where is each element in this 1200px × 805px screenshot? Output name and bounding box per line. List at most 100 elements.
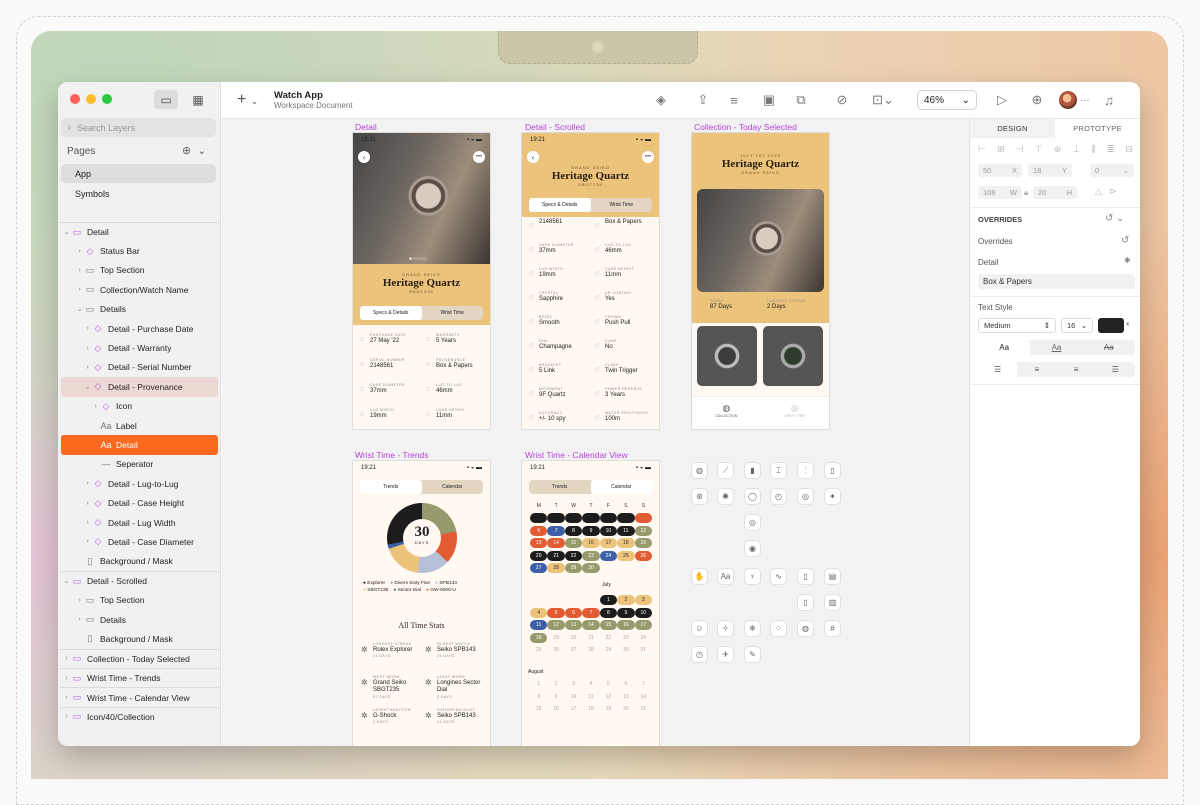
disclosure-icon[interactable]: › — [62, 675, 71, 682]
layer-row[interactable]: Aa Detail — [61, 435, 218, 455]
calendar-day[interactable]: 1 — [530, 679, 547, 689]
snowflake-icon[interactable]: ❄ — [745, 621, 760, 636]
calendar-day[interactable]: 13 — [530, 538, 548, 548]
height-field[interactable]: 20 H — [1033, 186, 1077, 199]
bracelet-icon[interactable]: ⫶ — [798, 463, 813, 478]
hand-icon[interactable]: ✋ — [692, 569, 707, 584]
text-align-left-icon[interactable]: ☰ — [978, 362, 1018, 377]
tab-prototype[interactable]: PROTOTYPE — [1055, 119, 1140, 138]
calendar-day[interactable]: 7 — [635, 679, 652, 689]
calendar-day[interactable]: 25 — [530, 645, 547, 655]
text-color-swatch[interactable] — [1098, 318, 1124, 333]
clock-icon[interactable]: ◷ — [692, 647, 707, 662]
page-item-symbols[interactable]: Symbols — [61, 184, 216, 203]
avatar[interactable] — [1059, 91, 1077, 109]
calendar-day[interactable]: 21 — [635, 704, 652, 714]
layer-row[interactable]: › ▭ Details — [61, 610, 218, 629]
stars-icon[interactable]: ⁘ — [771, 621, 786, 636]
calendar-day[interactable]: 9 — [547, 692, 564, 702]
tab-calendar[interactable]: Calendar — [422, 480, 484, 494]
layer-row[interactable]: › ▭ Top Section — [61, 590, 218, 609]
calendar-day[interactable]: 2 — [547, 679, 564, 689]
font-weight-select[interactable]: Medium ⇕ — [978, 318, 1056, 333]
create-symbol-icon[interactable]: ◈ — [652, 91, 670, 109]
text-align-right-icon[interactable]: ≡ — [1057, 362, 1096, 377]
reset-icon[interactable]: ↺ ⌄ — [1105, 213, 1125, 224]
layer-row[interactable]: › ▭ Wrist Time - Calendar View — [58, 687, 220, 706]
calendar-day[interactable]: 11 — [617, 525, 635, 536]
calendar-day[interactable] — [582, 595, 599, 605]
back-icon[interactable]: ‹ — [358, 151, 370, 163]
reset-icon[interactable]: ↺ — [1121, 235, 1129, 246]
calendar-day[interactable]: 4 — [582, 679, 599, 689]
calendar-day[interactable]: 22 — [600, 633, 617, 643]
tab-calendar[interactable]: Calendar — [590, 480, 652, 494]
tab-control[interactable]: Trends Calendar — [360, 480, 483, 494]
layer-row[interactable]: ⌄ ▭ Detail - Scrolled — [58, 571, 220, 590]
design-canvas[interactable]: Detail 19:21 ▪ ◒ ▬ ‹ ••• ●○○○○○ GRAND SEI… — [222, 119, 969, 746]
insert-button[interactable]: + ⌄ — [237, 91, 258, 109]
tab-wrist-time[interactable]: Wrist Time — [422, 306, 484, 320]
page-item-app[interactable]: App — [61, 164, 216, 183]
disclosure-icon[interactable]: › — [83, 480, 92, 487]
calendar-day[interactable]: 6 — [564, 607, 583, 618]
calendar-day[interactable]: 10 — [634, 607, 652, 618]
bezel-icon[interactable]: ◯ — [745, 489, 760, 504]
tab-wrist-time[interactable]: ◎ WRIST TIME — [761, 397, 830, 429]
paper-icon[interactable]: ▥ — [825, 595, 840, 610]
bell-icon[interactable]: ♫ — [1100, 91, 1118, 109]
calendar-day[interactable]: 11 — [530, 620, 548, 630]
calendar-day[interactable]: 23 — [617, 633, 634, 643]
artboard-trends[interactable]: 19:21 ▪ ◒ ▬ Trends Calendar 30 DAYS ● Expl… — [353, 461, 490, 746]
calendar-day[interactable]: 15 — [599, 620, 618, 630]
calendar-day[interactable] — [565, 595, 582, 605]
layer-row[interactable]: ⌄ ▭ Detail — [58, 222, 220, 241]
layer-row[interactable]: › ▭ Wrist Time - Trends — [58, 667, 220, 687]
disclosure-icon[interactable]: › — [75, 286, 84, 293]
bar-icon[interactable]: ▮ — [745, 463, 760, 478]
text-align-justify-icon[interactable]: ☰ — [1096, 362, 1135, 377]
text-align-center-icon[interactable]: ≡ — [1017, 362, 1056, 377]
calendar-day[interactable]: 28 — [547, 563, 565, 573]
flip-icon[interactable]: △ ⊳ — [1095, 186, 1117, 197]
minimize-window-button[interactable] — [86, 94, 96, 104]
scale-icon[interactable]: ▣ — [760, 91, 778, 109]
gear-icon[interactable]: ✱ — [1124, 256, 1131, 265]
battery-icon[interactable]: ▯ — [825, 463, 840, 478]
align-right-icon[interactable]: ⊣ — [1016, 144, 1024, 155]
calendar-day[interactable]: 20 — [565, 633, 582, 643]
calendar-day[interactable]: 12 — [600, 692, 617, 702]
calendar-day[interactable] — [617, 513, 635, 523]
calendar-day[interactable]: 16 — [617, 620, 635, 630]
disclosure-icon[interactable]: ⌄ — [62, 577, 71, 585]
calendar-day[interactable]: 29 — [600, 645, 617, 655]
calendar-day[interactable] — [634, 513, 652, 523]
color-picker-icon[interactable]: ◐ — [1126, 319, 1131, 328]
calendar-day[interactable]: 25 — [617, 550, 635, 561]
disclosure-icon[interactable]: ⌄ — [75, 305, 84, 313]
artboard-label-collection[interactable]: Collection - Today Selected — [694, 122, 797, 132]
layer-row[interactable]: › ◇ Detail - Lug Width — [61, 513, 218, 532]
zoom-window-button[interactable] — [102, 94, 112, 104]
layer-row[interactable]: › ◇ Detail - Purchase Date — [61, 319, 218, 338]
layer-row[interactable]: › ◇ Detail - Warranty — [61, 338, 218, 357]
disclosure-icon[interactable]: › — [62, 694, 71, 701]
watch-thumbnail[interactable] — [763, 326, 823, 386]
calendar-day[interactable]: 5 — [547, 607, 565, 618]
align-top-icon[interactable]: ⊤ — [1035, 144, 1043, 155]
swirl-icon[interactable]: ∿ — [771, 569, 786, 584]
calendar-day[interactable]: 8 — [530, 692, 547, 702]
calendar-day[interactable]: 29 — [564, 563, 583, 573]
calendar-day[interactable]: 24 — [599, 550, 618, 561]
calendar-day[interactable]: 21 — [582, 633, 599, 643]
calendar-day[interactable]: 18 — [617, 538, 635, 548]
y-field[interactable]: 18 Y — [1028, 164, 1072, 177]
disclosure-icon[interactable]: ⌄ — [62, 228, 71, 236]
calendar-day[interactable]: 15 — [564, 538, 583, 548]
calendar-day[interactable]: 17 — [565, 704, 582, 714]
calendar-day[interactable] — [582, 513, 600, 523]
calendar-day[interactable]: 7 — [547, 525, 565, 536]
layer-row[interactable]: › ◇ Detail - Lug-to-Lug — [61, 474, 218, 493]
tab-collection[interactable]: ◍ COLLECTION — [692, 397, 761, 429]
dial-icon[interactable]: ◴ — [771, 489, 786, 504]
